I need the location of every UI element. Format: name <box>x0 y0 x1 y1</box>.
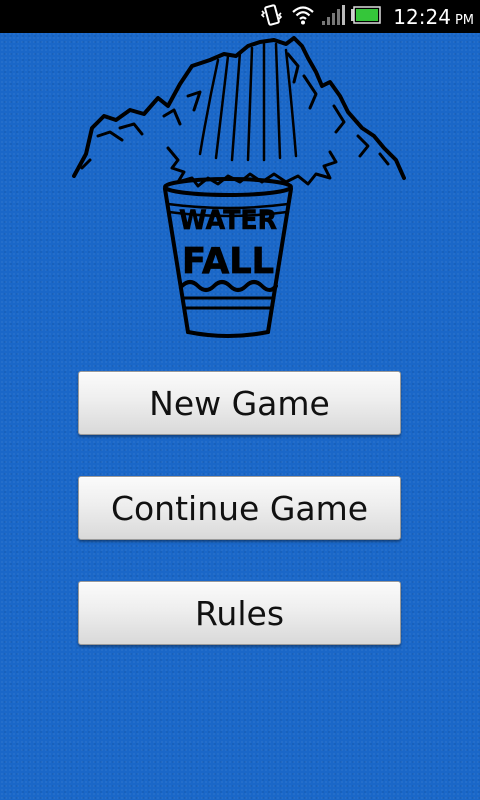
logo-text-fall: FALL <box>182 241 274 282</box>
continue-game-button[interactable]: Continue Game <box>78 476 401 540</box>
waterfall-logo: WATER FALL <box>68 36 408 341</box>
app-screen: 12:24 PM WATER FALL New Game Continue Ga… <box>0 0 480 800</box>
battery-icon <box>351 5 382 28</box>
logo-text-water: WATER <box>179 205 277 236</box>
status-icons: 12:24 PM <box>259 0 474 33</box>
status-clock: 12:24 PM <box>393 5 474 29</box>
vibrate-icon <box>259 3 285 31</box>
rules-button[interactable]: Rules <box>78 581 401 645</box>
clock-time: 12:24 <box>393 4 451 29</box>
signal-icon <box>321 4 346 30</box>
new-game-button[interactable]: New Game <box>78 371 401 435</box>
clock-ampm: PM <box>454 12 474 28</box>
status-bar: 12:24 PM <box>0 0 480 33</box>
wifi-icon <box>291 4 315 30</box>
